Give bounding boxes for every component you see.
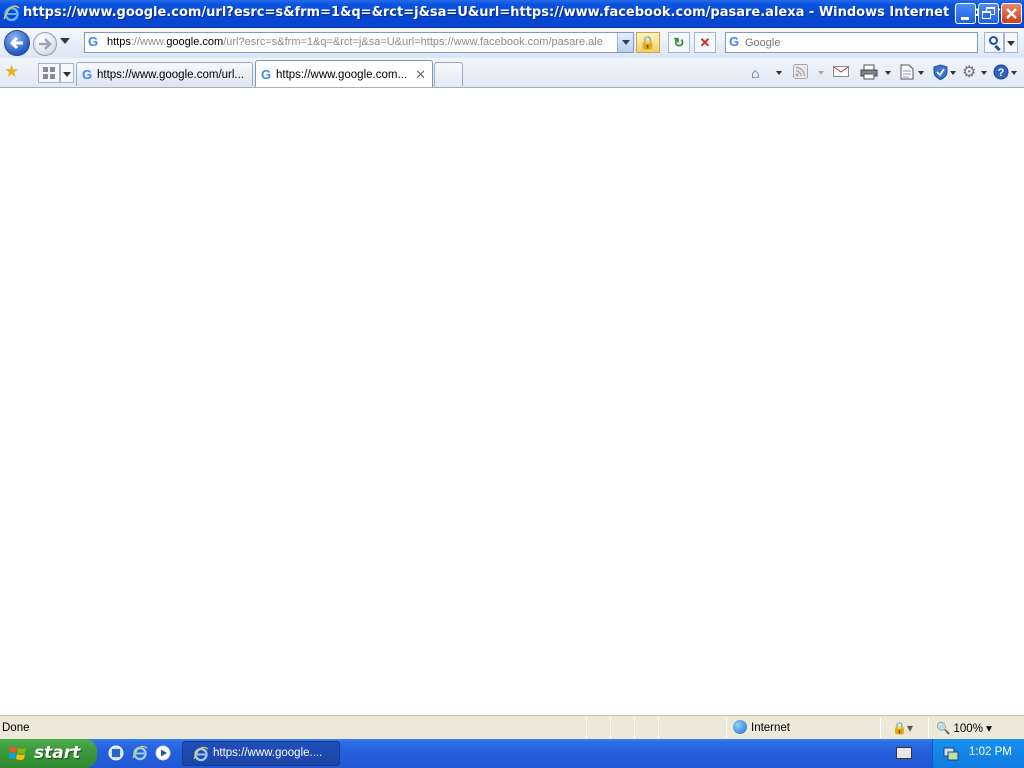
back-button[interactable] bbox=[4, 30, 30, 56]
window-title: https://www.google.com/url?esrc=s&frm=1&… bbox=[23, 5, 1016, 20]
shield-icon[interactable] bbox=[933, 64, 948, 82]
tab-list-dropdown[interactable] bbox=[60, 63, 74, 83]
quicklaunch-ie-icon[interactable] bbox=[132, 745, 148, 761]
quicklaunch-media-player-icon[interactable] bbox=[155, 745, 171, 761]
url-host: google.com bbox=[166, 36, 224, 48]
ie-logo-icon bbox=[3, 5, 20, 22]
refresh-button[interactable]: ↻ bbox=[668, 32, 690, 53]
ie-icon bbox=[193, 746, 209, 762]
search-icon-handle bbox=[994, 44, 1001, 52]
status-divider bbox=[928, 718, 929, 738]
home-dropdown[interactable] bbox=[776, 71, 782, 75]
google-search-icon: G bbox=[729, 34, 740, 49]
status-divider bbox=[634, 718, 635, 738]
title-bar: https://www.google.com/url?esrc=s&frm=1&… bbox=[0, 0, 1024, 28]
navigation-bar: G https://www.google.com/url?esrc=s&frm=… bbox=[0, 28, 1024, 58]
tools-dropdown[interactable] bbox=[981, 71, 987, 75]
status-divider bbox=[658, 718, 659, 738]
arrow-right-icon bbox=[39, 38, 52, 50]
minimize-button[interactable] bbox=[955, 3, 976, 24]
zoom-level: 100% bbox=[953, 723, 983, 735]
arrow-left-icon bbox=[9, 36, 23, 50]
start-label: start bbox=[34, 743, 81, 763]
url-path: /url?esrc=s&frm=1&q=&rct=j&sa=U&url=http… bbox=[223, 36, 603, 48]
safety-dropdown[interactable] bbox=[950, 71, 956, 75]
page-icon[interactable] bbox=[900, 64, 914, 82]
status-divider bbox=[880, 718, 881, 738]
tab-label: https://www.google.com/url... bbox=[97, 69, 245, 81]
rss-icon[interactable] bbox=[793, 64, 808, 82]
status-text: Done bbox=[2, 722, 30, 734]
gear-icon[interactable]: ⚙ bbox=[962, 64, 976, 82]
taskbar-item-ie[interactable]: https://www.google.... bbox=[182, 741, 340, 766]
search-icon bbox=[989, 36, 998, 45]
url-scheme: https bbox=[107, 36, 131, 48]
security-zone[interactable]: Internet bbox=[733, 720, 790, 734]
google-favicon-icon: G bbox=[261, 67, 272, 82]
start-button[interactable]: start bbox=[0, 739, 97, 768]
address-dropdown-button[interactable] bbox=[617, 33, 633, 52]
clock[interactable]: 1:02 PM bbox=[969, 746, 1012, 758]
restore-button[interactable] bbox=[978, 3, 999, 24]
close-tab-icon[interactable]: ✕ bbox=[415, 67, 426, 83]
windows-logo-icon bbox=[9, 747, 26, 760]
new-tab-button[interactable] bbox=[434, 62, 463, 86]
close-icon bbox=[1006, 8, 1017, 19]
stop-button[interactable]: ✕ bbox=[694, 32, 716, 53]
search-box[interactable]: G bbox=[725, 32, 978, 53]
zone-label: Internet bbox=[751, 722, 790, 734]
address-bar[interactable]: G https://www.google.com/url?esrc=s&frm=… bbox=[84, 32, 634, 53]
status-bar: Done Internet 🔒▾ 🔍 100% ▾ bbox=[0, 715, 1024, 739]
system-tray: 1:02 PM bbox=[932, 739, 1024, 768]
google-favicon-icon: G bbox=[88, 34, 99, 49]
url-sep: ://www. bbox=[130, 36, 167, 48]
status-divider bbox=[726, 718, 727, 738]
globe-icon bbox=[733, 720, 747, 734]
svg-text:?: ? bbox=[998, 67, 1005, 79]
help-dropdown[interactable] bbox=[1011, 71, 1017, 75]
quick-tabs-button[interactable] bbox=[38, 63, 60, 83]
forward-button[interactable] bbox=[33, 32, 57, 56]
network-icon[interactable] bbox=[943, 745, 959, 761]
search-input[interactable] bbox=[745, 35, 973, 50]
rss-dropdown[interactable] bbox=[818, 71, 824, 75]
tab-2-active[interactable]: G https://www.google.com... ✕ bbox=[255, 60, 433, 87]
printer-icon[interactable] bbox=[860, 64, 878, 82]
mail-icon[interactable] bbox=[833, 64, 849, 82]
grid-icon bbox=[43, 67, 55, 79]
quicklaunch-windows-icon[interactable] bbox=[108, 745, 124, 761]
page-dropdown[interactable] bbox=[918, 71, 924, 75]
tab-bar: ★ G https://www.google.com/url... G http… bbox=[0, 58, 1024, 88]
favorites-star-icon[interactable]: ★ bbox=[4, 63, 19, 81]
keyboard-icon[interactable] bbox=[896, 747, 912, 759]
recent-pages-dropdown[interactable] bbox=[60, 38, 70, 44]
protected-mode-icon[interactable]: 🔒▾ bbox=[892, 721, 913, 735]
taskbar-item-label: https://www.google.... bbox=[213, 747, 323, 759]
tab-label: https://www.google.com... bbox=[276, 69, 408, 81]
taskbar: start https://www.google.... 1:02 PM bbox=[0, 739, 1024, 768]
help-icon[interactable]: ? bbox=[993, 64, 1009, 82]
tab-1[interactable]: G https://www.google.com/url... bbox=[76, 62, 253, 86]
lock-icon[interactable]: 🔒 bbox=[636, 32, 660, 53]
address-url[interactable]: https://www.google.com/url?esrc=s&frm=1&… bbox=[107, 36, 617, 48]
zoom-control[interactable]: 🔍 100% ▾ bbox=[936, 721, 992, 735]
google-favicon-icon: G bbox=[82, 67, 93, 82]
status-divider bbox=[586, 718, 587, 738]
print-dropdown[interactable] bbox=[885, 71, 891, 75]
status-divider bbox=[610, 718, 611, 738]
search-options-dropdown[interactable] bbox=[1004, 32, 1018, 53]
search-button[interactable] bbox=[984, 32, 1004, 53]
page-content[interactable] bbox=[0, 88, 1024, 715]
home-icon[interactable]: ⌂ bbox=[751, 64, 759, 82]
close-button[interactable] bbox=[1001, 3, 1022, 24]
